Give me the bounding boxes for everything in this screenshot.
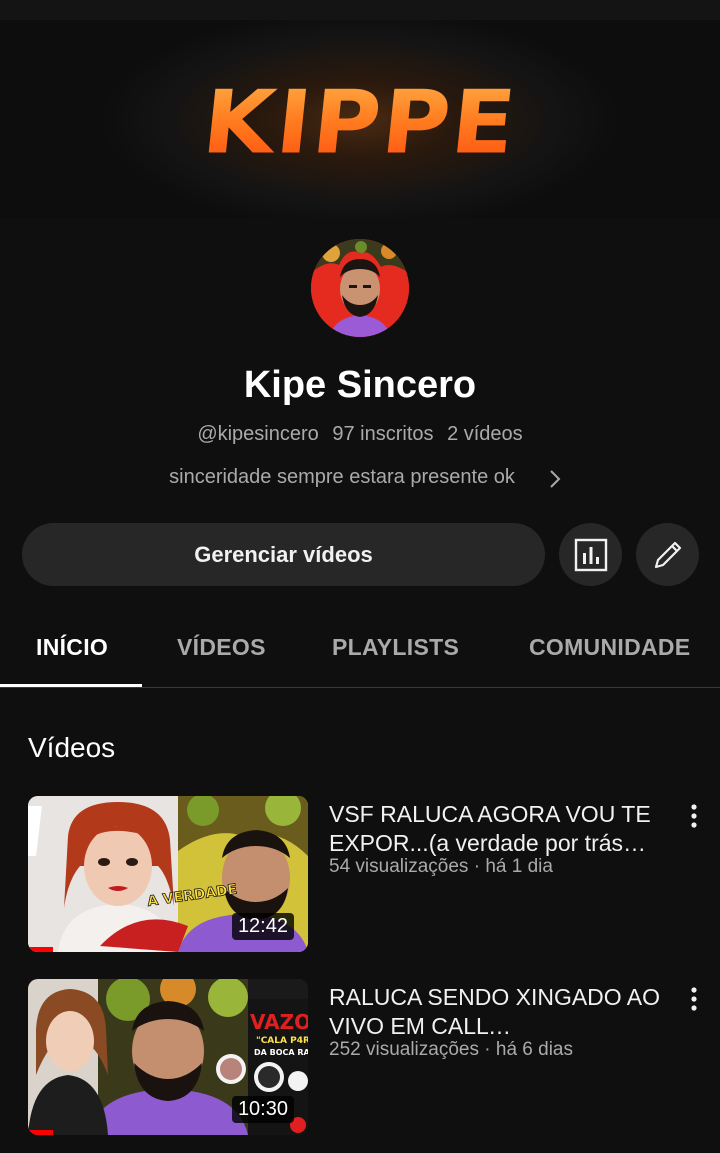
upload-age: há 6 dias	[495, 1039, 573, 1060]
channel-handle: @kipesincero	[197, 423, 319, 445]
upload-age: há 1 dia	[485, 856, 553, 877]
more-vert-icon[interactable]	[684, 985, 704, 1013]
chevron-right-icon	[550, 470, 561, 488]
manage-videos-button[interactable]: Gerenciar vídeos	[22, 523, 545, 586]
video-title[interactable]: VSF RALUCA AGORA VOU TE EXPOR...(a verda…	[329, 800, 664, 858]
tab-inicio[interactable]: INÍCIO	[36, 606, 108, 688]
channel-description-row[interactable]: sinceridade sempre estara presente ok	[0, 465, 720, 493]
channel-tabs: INÍCIO VÍDEOS PLAYLISTS COMUNIDADE	[0, 606, 720, 688]
tab-comunidade[interactable]: COMUNIDADE	[529, 606, 690, 688]
thumbnail-caption: VAZOU	[250, 1010, 308, 1034]
section-title: Vídeos	[28, 732, 116, 763]
pencil-icon	[654, 541, 681, 568]
video-count: 2 vídeos	[447, 423, 523, 445]
banner-logo: KIPPE	[0, 71, 720, 176]
view-count: 252 visualizações	[329, 1039, 479, 1060]
avatar-image	[311, 239, 409, 337]
video-meta: 252 visualizações · há 6 dias	[329, 1039, 573, 1060]
channel-banner: KIPPE	[0, 20, 720, 218]
subscriber-count: 97 inscritos	[332, 423, 434, 445]
video-duration: 12:42	[231, 913, 294, 940]
video-meta: 54 visualizações · há 1 dia	[329, 856, 553, 877]
thumbnail-subcaption: "CALA P4RRA	[256, 1036, 308, 1046]
active-tab-indicator	[0, 684, 142, 687]
video-thumbnail[interactable]: A VERDADE 12:42	[28, 796, 308, 952]
status-bar	[0, 0, 720, 20]
more-vert-icon[interactable]	[684, 802, 704, 830]
analytics-button[interactable]	[559, 523, 622, 586]
video-item[interactable]: A VERDADE 12:42 VSF RALUCA AGORA VOU TE …	[0, 796, 720, 952]
video-title[interactable]: RALUCA SENDO XINGADO AO VIVO EM CALL KKK…	[329, 983, 664, 1041]
channel-avatar[interactable]	[311, 239, 409, 337]
video-item[interactable]: VAZOU "CALA P4RRA DA BOCA RALUCA" 10:30 …	[0, 979, 720, 1135]
tab-playlists[interactable]: PLAYLISTS	[332, 606, 459, 688]
video-duration: 10:30	[231, 1096, 294, 1123]
channel-name: Kipe Sincero	[243, 364, 477, 406]
channel-description: sinceridade sempre estara presente ok	[169, 466, 515, 488]
video-thumbnail[interactable]: VAZOU "CALA P4RRA DA BOCA RALUCA" 10:30	[28, 979, 308, 1135]
channel-meta: @kipesincero 97 inscritos 2 vídeos	[0, 423, 720, 446]
thumbnail-subcaption-2: DA BOCA RALUCA"	[254, 1048, 308, 1057]
watch-progress-bar	[28, 1130, 54, 1135]
view-count: 54 visualizações	[329, 856, 469, 877]
edit-channel-button[interactable]	[636, 523, 699, 586]
watch-progress-bar	[28, 947, 54, 952]
bar-chart-icon	[574, 538, 607, 571]
tab-videos[interactable]: VÍDEOS	[177, 606, 266, 688]
